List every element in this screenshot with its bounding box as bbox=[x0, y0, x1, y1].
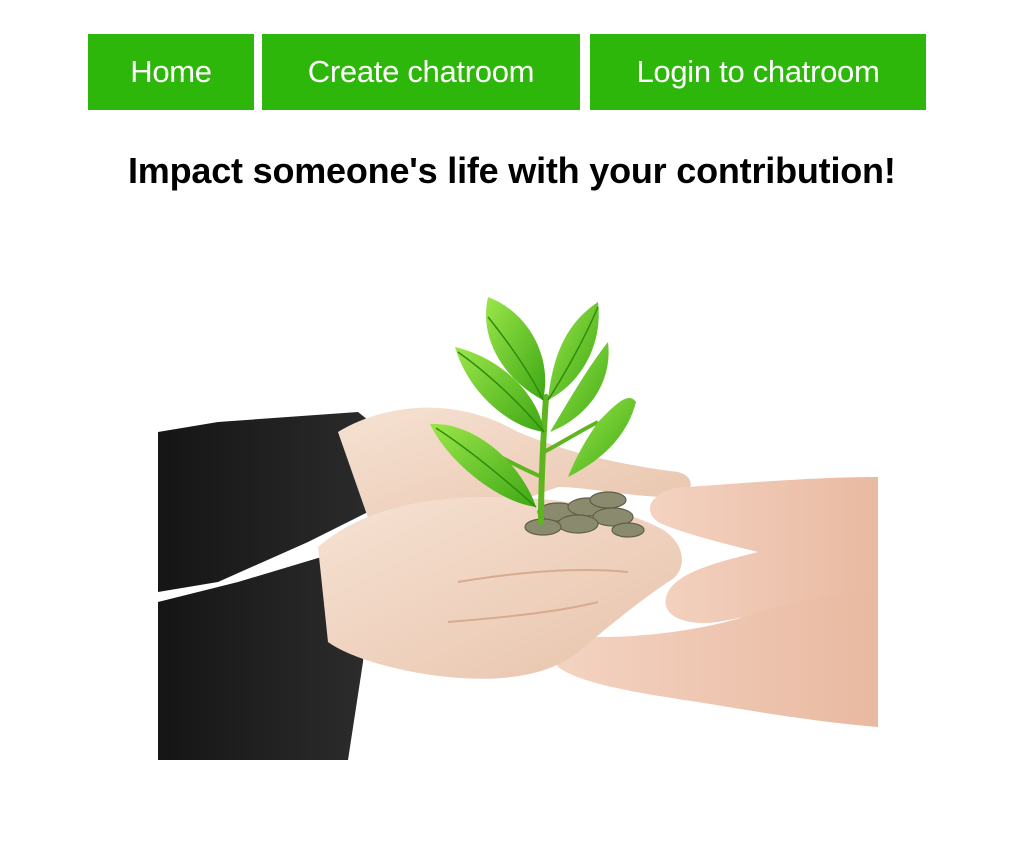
nav-create-chatroom-button[interactable]: Create chatroom bbox=[262, 34, 580, 110]
page-headline: Impact someone's life with your contribu… bbox=[128, 150, 896, 191]
nav-login-chatroom-button[interactable]: Login to chatroom bbox=[590, 34, 926, 110]
main-nav: Home Create chatroom Login to chatroom bbox=[88, 34, 926, 110]
nav-home-button[interactable]: Home bbox=[88, 34, 254, 110]
hero-image bbox=[158, 282, 878, 760]
seedling-in-hands-illustration bbox=[158, 297, 878, 760]
